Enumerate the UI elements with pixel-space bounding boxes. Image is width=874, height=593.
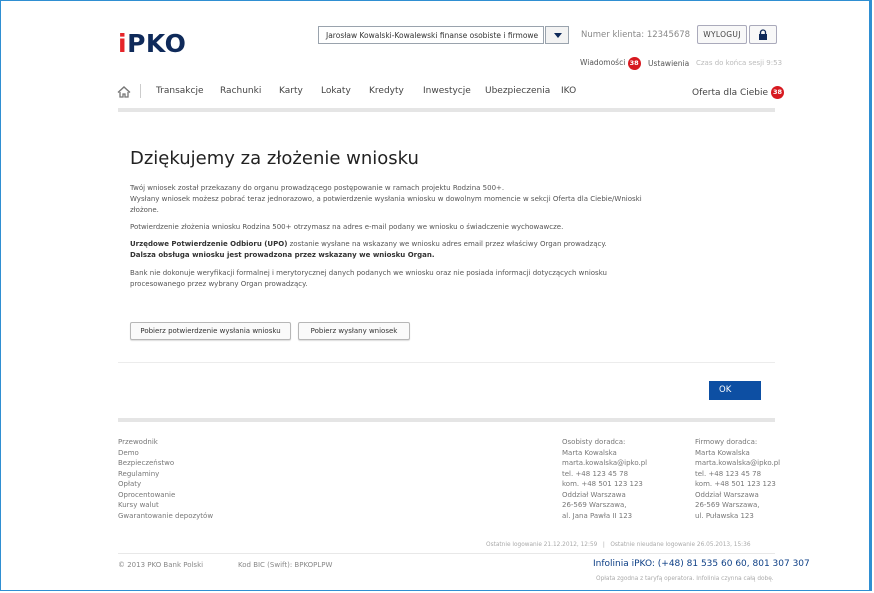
nav-item-transakcje[interactable]: Transakcje [156, 86, 204, 96]
login-separator: | [602, 542, 605, 548]
session-timer: Czas do końca sesji 9:53 [696, 59, 782, 67]
handling-bold: Dalsza obsługa wniosku jest prowadzona p… [130, 251, 435, 259]
nav-item-iko[interactable]: IKO [561, 86, 576, 96]
chevron-down-icon[interactable] [545, 26, 569, 44]
advisor-name: Marta Kowalska [695, 448, 750, 457]
footer-bottom-divider [118, 553, 775, 554]
hotline-note: Opłata zgodna z taryfą operatora. Infoli… [596, 576, 774, 582]
lock-icon [759, 29, 767, 40]
session-label: Czas do końca sesji [696, 59, 765, 67]
info-paragraph-1: Twój wniosek został przekazany do organu… [130, 183, 660, 216]
messages-link[interactable]: Wiadomości 38 [580, 57, 641, 70]
footer-divider [118, 418, 775, 422]
advisor-phone: tel. +48 123 45 78 [562, 469, 629, 478]
advisor-heading: Osobisty doradca: [562, 438, 626, 446]
hotline: Infolinia iPKO: (+48) 81 535 60 60, 801 … [593, 559, 810, 569]
advisor-email[interactable]: marta.kowalska@ipko.pl [562, 458, 647, 469]
advisor-mobile: kom. +48 501 123 123 [695, 480, 776, 488]
info-paragraph-2: Potwierdzenie złożenia wniosku Rodzina 5… [130, 223, 564, 231]
footer-link-gwarantowanie[interactable]: Gwarantowanie depozytów [118, 511, 213, 522]
last-failed-login: Ostatnie nieudane logowanie 26.05.2013, … [610, 542, 751, 548]
nav-item-ubezpieczenia[interactable]: Ubezpieczenia [485, 86, 550, 96]
upo-bold: Urzędowe Potwierdzenie Odbioru (UPO) [130, 240, 288, 248]
advisor-street: al. Jana Pawła II 123 [562, 511, 633, 520]
advisor-branch: Oddział Warszawa [695, 490, 759, 499]
page-title: Dziękujemy za złożenie wniosku [130, 148, 419, 169]
footer-link-regulaminy[interactable]: Regulaminy [118, 469, 213, 480]
advisor-branch: Oddział Warszawa [562, 490, 626, 499]
footer-link-bezpieczenstwo[interactable]: Bezpieczeństwo [118, 458, 213, 469]
offer-count-badge: 38 [771, 86, 785, 99]
nav-item-inwestycje[interactable]: Inwestycje [423, 86, 471, 96]
personal-advisor: Osobisty doradca: Marta Kowalska marta.k… [562, 437, 647, 521]
footer-links: Przewodnik Demo Bezpieczeństwo Regulamin… [118, 437, 213, 521]
messages-label: Wiadomości [580, 58, 626, 67]
advisor-email[interactable]: marta.kowalska@ipko.pl [695, 458, 780, 469]
nav-item-lokaty[interactable]: Lokaty [321, 86, 351, 96]
nav-item-kredyty[interactable]: Kredyty [369, 86, 404, 96]
business-advisor: Firmowy doradca: Marta Kowalska marta.ko… [695, 437, 780, 521]
footer-link-demo[interactable]: Demo [118, 448, 213, 459]
ok-button[interactable]: OK [709, 381, 761, 400]
advisor-mobile: kom. +48 501 123 123 [562, 480, 643, 488]
offer-link[interactable]: Oferta dla Ciebie 38 [692, 86, 785, 99]
logo-icon-letter: i [118, 29, 128, 58]
client-number-value: 12345678 [646, 30, 691, 40]
home-icon[interactable] [117, 83, 131, 102]
footer-link-oprocentowanie[interactable]: Oprocentowanie [118, 490, 213, 501]
lock-button[interactable] [749, 25, 777, 44]
logout-button[interactable]: WYLOGUJ [697, 25, 747, 44]
advisor-city: 26-569 Warszawa, [695, 501, 760, 509]
nav-underline [118, 108, 775, 112]
section-divider [118, 362, 775, 363]
settings-link[interactable]: Ustawienia [648, 59, 689, 68]
download-confirmation-button[interactable]: Pobierz potwierdzenie wysłania wniosku [130, 322, 291, 340]
footer-link-przewodnik[interactable]: Przewodnik [118, 437, 213, 448]
advisor-street: ul. Puławska 123 [695, 511, 754, 520]
footer-link-kursy-walut[interactable]: Kursy walut [118, 500, 213, 511]
nav-separator [140, 84, 141, 98]
footer-link-oplaty[interactable]: Opłaty [118, 479, 213, 490]
info-paragraph-1b: Wysłany wniosek możesz pobrać teraz jedn… [130, 195, 642, 214]
logo-text: PKO [127, 29, 187, 58]
bic-code: Kod BIC (Swift): BPKOPLPW [238, 561, 333, 569]
advisor-name: Marta Kowalska [562, 448, 617, 457]
session-value: 9:53 [766, 59, 783, 67]
info-paragraph-1-line: Twój wniosek został przekazany do organu… [130, 184, 505, 192]
client-number: Numer klienta: 12345678 [581, 30, 690, 40]
last-login: Ostatnie logowanie 21.12.2012, 12:59 [486, 542, 598, 548]
advisor-phone: tel. +48 123 45 78 [695, 469, 762, 478]
info-paragraph-4: Bank nie dokonuje weryfikacji formalnej … [130, 269, 607, 288]
client-number-label: Numer klienta: [581, 30, 645, 40]
info-paragraph-3: Urzędowe Potwierdzenie Odbioru (UPO) zos… [130, 239, 660, 261]
offer-label: Oferta dla Ciebie [692, 88, 769, 98]
advisor-heading: Firmowy doradca: [695, 438, 758, 446]
nav-item-rachunki[interactable]: Rachunki [220, 86, 261, 96]
advisor-city: 26-569 Warszawa, [562, 501, 627, 509]
nav-item-karty[interactable]: Karty [279, 86, 303, 96]
login-history: Ostatnie logowanie 21.12.2012, 12:59 | O… [486, 542, 751, 548]
context-select[interactable]: Jarosław Kowalski-Kowalewski finanse oso… [318, 26, 544, 44]
copyright: © 2013 PKO Bank Polski [118, 561, 204, 569]
upo-text: zostanie wysłane na wskazany we wniosku … [287, 240, 607, 248]
messages-count-badge: 38 [627, 57, 641, 70]
download-application-button[interactable]: Pobierz wysłany wniosek [298, 322, 410, 340]
logo[interactable]: iPKO [118, 29, 186, 58]
